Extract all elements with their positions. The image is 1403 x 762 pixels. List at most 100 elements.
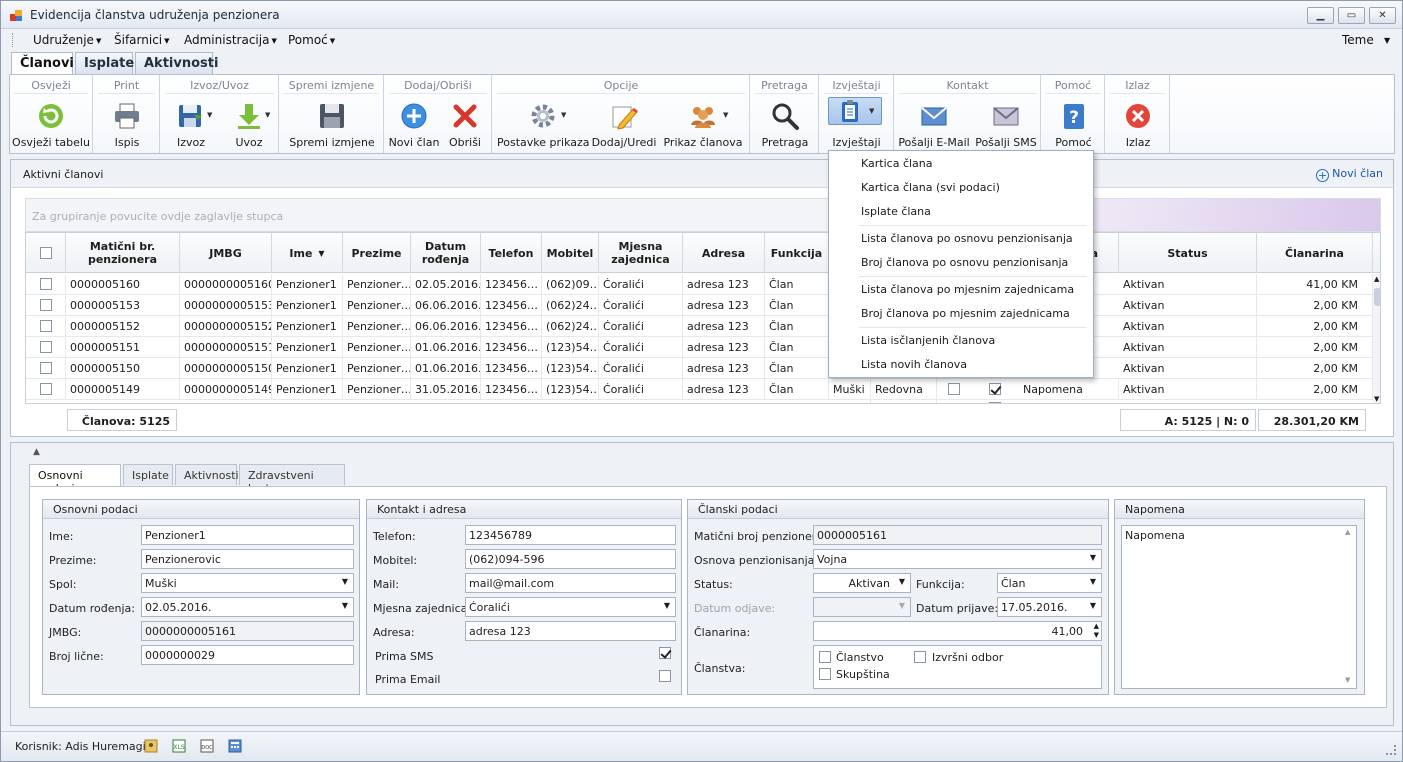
tab-zdravstveni[interactable]: Zdravstveni karton — [239, 464, 345, 495]
table-row[interactable]: 0000005152 0000000005152 Penzioner1 Penzion… — [26, 316, 1380, 337]
email-flag-checkbox[interactable] — [989, 402, 1001, 403]
membership-checkbox[interactable] — [819, 651, 831, 663]
table-row[interactable]: 0000005160 0000000005160 Penzioner1 Penzion… — [26, 274, 1380, 295]
delete-button[interactable]: Obriši — [441, 99, 489, 151]
report-lista-mz[interactable]: Lista članova po mjesnim zajednicama — [861, 283, 1074, 296]
col-clanarina[interactable]: Članarina — [1257, 233, 1373, 273]
reports-button[interactable]: ▼ — [828, 97, 882, 125]
report-kartica[interactable]: Kartica člana — [861, 157, 933, 170]
col-funkcija[interactable]: Funkcija — [765, 233, 829, 273]
table-row-partial[interactable]: MuškiRedo… — [26, 400, 1380, 403]
display-settings-button[interactable]: ▼ Postavke prikaza — [497, 99, 590, 151]
excel-icon[interactable]: XLS — [172, 739, 186, 753]
row-checkbox[interactable] — [40, 341, 52, 353]
join-date-picker[interactable]: 17.05.2016. ▼ — [997, 597, 1102, 617]
pension-basis-select[interactable]: Vojna ▼ — [813, 549, 1102, 569]
report-lista-osnov[interactable]: Lista članova po osnovu penzionisanja — [861, 232, 1073, 245]
address-field[interactable]: adresa 123 — [465, 621, 676, 641]
new-member-button[interactable]: Novi član — [387, 99, 441, 151]
leave-date-picker[interactable]: ▼ — [813, 597, 911, 617]
menu-pomoc[interactable]: Pomoć ▼ — [288, 33, 335, 47]
send-sms-button[interactable]: Pošalji SMS — [973, 99, 1039, 151]
row-checkbox[interactable] — [40, 299, 52, 311]
contacts-icon[interactable] — [144, 739, 158, 753]
row-select-cell[interactable] — [26, 337, 66, 358]
report-broj-mz[interactable]: Broj članova po mjesnim zajednicama — [861, 307, 1070, 320]
email-flag-checkbox[interactable] — [989, 383, 1001, 395]
sms-checkbox[interactable] — [659, 647, 671, 659]
pension-number-field[interactable]: 0000005161 — [813, 525, 1102, 545]
row-checkbox[interactable] — [40, 320, 52, 332]
grid-scrollbar[interactable]: ▲ ▼ — [1373, 274, 1380, 403]
status-select[interactable]: Aktivan ▼ — [813, 573, 911, 593]
tab-isplate-detail[interactable]: Isplate — [123, 464, 173, 485]
send-email-button[interactable]: Pošalji E-Mail — [897, 99, 971, 151]
select-all-checkbox[interactable] — [39, 247, 52, 259]
scroll-thumb[interactable] — [1374, 288, 1380, 306]
col-maticni[interactable]: Matični br. penzionera — [66, 233, 180, 273]
exit-button[interactable]: Izlaz — [1110, 99, 1166, 151]
col-adresa[interactable]: Adresa — [683, 233, 765, 273]
col-status[interactable]: Status — [1119, 233, 1257, 273]
menu-administracija[interactable]: Administracija ▼ — [184, 33, 277, 47]
print-button[interactable]: Ispis — [98, 99, 156, 151]
jmbg-field[interactable]: 0000000005161 — [141, 621, 354, 641]
search-button[interactable]: Pretraga — [755, 99, 815, 151]
save-changes-button[interactable]: Spremi izmjene — [284, 99, 380, 151]
row-checkbox[interactable] — [40, 278, 52, 290]
email-field[interactable]: mail@mail.com — [465, 573, 676, 593]
function-select[interactable]: Član ▼ — [997, 573, 1102, 593]
report-novi[interactable]: Lista novih članova — [861, 358, 967, 371]
community-select[interactable]: Ćoralići ▼ — [465, 597, 676, 617]
help-button[interactable]: ? Pomoć — [1046, 99, 1101, 151]
col-telefon[interactable]: Telefon — [481, 233, 542, 273]
executive-board-checkbox[interactable] — [914, 651, 926, 663]
tab-clanovi[interactable]: Članovi — [11, 52, 74, 75]
table-row[interactable]: 0000005150 0000000005150 Penzioner1 Penzion… — [26, 358, 1380, 379]
word-icon[interactable]: DOC — [200, 739, 214, 753]
export-button[interactable]: ▼ Izvoz — [163, 99, 219, 151]
add-edit-button[interactable]: Dodaj/Uredi — [591, 99, 657, 151]
assembly-checkbox[interactable] — [819, 668, 831, 680]
fee-spinner[interactable]: 41,00 ▲ ▼ — [813, 621, 1102, 641]
new-member-link[interactable]: + Novi član — [1316, 167, 1383, 182]
menu-udruzenje[interactable]: Udruženje ▼ — [33, 33, 101, 47]
col-prezime[interactable]: Prezime — [343, 233, 411, 273]
col-mjesna[interactable]: Mjesna zajednica — [599, 233, 683, 273]
tab-aktivnosti[interactable]: Aktivnosti — [135, 52, 218, 74]
report-isclanjeni[interactable]: Lista isčlanjenih članova — [861, 334, 995, 347]
menu-teme[interactable]: Teme — [1342, 33, 1374, 47]
tab-isplate[interactable]: Isplate — [75, 52, 134, 74]
refresh-button[interactable]: Osvježi tabelu — [12, 99, 90, 151]
last-name-field[interactable]: Penzionerovic — [141, 549, 354, 569]
report-kartica-svi[interactable]: Kartica člana (svi podaci) — [861, 181, 1000, 194]
first-name-field[interactable]: Penzioner1 — [141, 525, 354, 545]
close-button[interactable]: ✕ — [1369, 7, 1396, 24]
sms-flag-checkbox[interactable] — [948, 383, 960, 395]
table-row[interactable]: 0000005153 0000000005153 Penzioner1 Penzion… — [26, 295, 1380, 316]
mobile-field[interactable]: (062)094-596 — [465, 549, 676, 569]
group-by-area[interactable]: Za grupiranje povucite ovdje zaglavlje s… — [25, 198, 1381, 232]
member-view-button[interactable]: ▼ Prikaz članova — [661, 99, 745, 151]
col-ime[interactable]: Ime ▼ — [272, 233, 343, 273]
row-select-cell[interactable] — [26, 316, 66, 337]
col-mobitel[interactable]: Mobitel — [542, 233, 599, 273]
phone-field[interactable]: 123456789 — [465, 525, 676, 545]
row-checkbox[interactable] — [40, 362, 52, 374]
select-all-header[interactable] — [26, 233, 66, 273]
row-select-cell[interactable] — [26, 358, 66, 379]
row-select-cell[interactable] — [26, 274, 66, 295]
table-row[interactable]: 0000005151 0000000005151 Penzioner1 Penzion… — [26, 337, 1380, 358]
col-jmbg[interactable]: JMBG — [180, 233, 272, 273]
import-button[interactable]: ▼ Uvoz — [221, 99, 277, 151]
chevron-down-icon[interactable]: ▼ — [1384, 36, 1390, 45]
row-checkbox[interactable] — [40, 383, 52, 395]
gender-select[interactable]: Muški ▼ — [141, 573, 354, 593]
calculator-icon[interactable] — [228, 739, 242, 753]
resize-grip-icon[interactable] — [1386, 745, 1396, 755]
minimize-button[interactable]: ▁ — [1307, 7, 1334, 24]
row-select-cell[interactable] — [26, 295, 66, 316]
tab-aktivnosti-detail[interactable]: Aktivnosti — [175, 464, 239, 485]
table-row[interactable]: 0000005149 0000000005149 Penzioner1 Penzion… — [26, 379, 1380, 400]
collapse-icon[interactable]: ▲ — [33, 447, 40, 457]
